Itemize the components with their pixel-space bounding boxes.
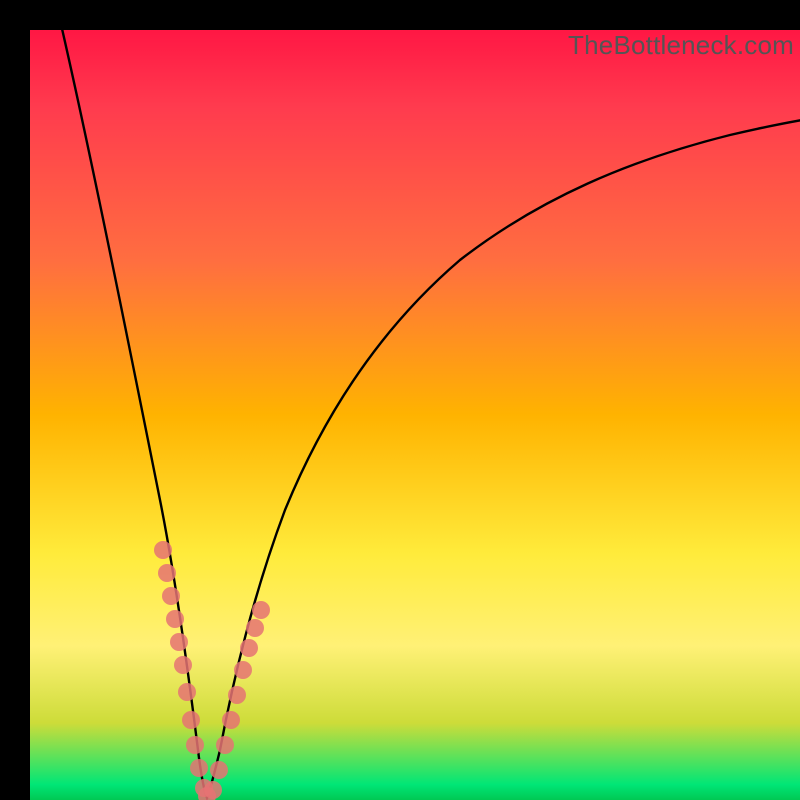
chart-frame: TheBottleneck.com	[0, 0, 800, 800]
curve-markers	[154, 541, 270, 800]
bottleneck-curve	[30, 30, 800, 800]
curve-path	[60, 30, 800, 798]
plot-area: TheBottleneck.com	[30, 30, 800, 800]
